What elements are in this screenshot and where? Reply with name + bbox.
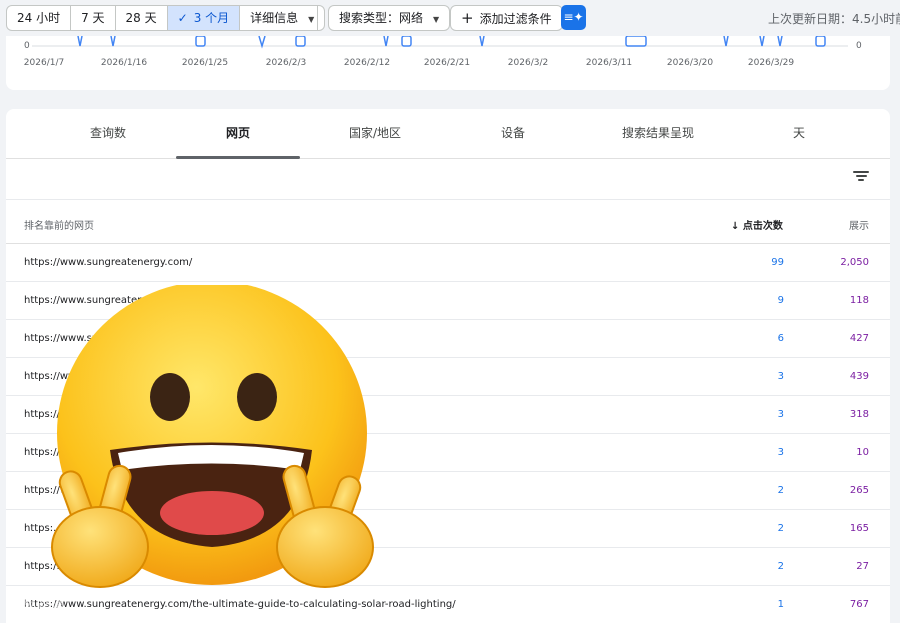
x-tick: 2026/3/11	[585, 58, 633, 68]
add-filter-label: 添加过滤条件	[479, 12, 552, 26]
col-header-page: 排名靠前的网页	[24, 221, 94, 232]
clicks-value: 3	[777, 447, 784, 458]
range-3m-label: 3 个月	[193, 11, 230, 25]
add-filter-button[interactable]: + 添加过滤条件	[450, 5, 563, 31]
x-tick: 2026/1/25	[181, 58, 229, 68]
clicks-value: 3	[777, 371, 784, 382]
col-header-clicks-label: 点击次数	[742, 221, 783, 232]
chevron-down-icon: ▼	[308, 15, 315, 24]
active-tab-indicator	[176, 156, 300, 159]
y-axis-right-zero: 0	[856, 41, 862, 51]
impressions-value: 318	[849, 409, 869, 420]
impressions-value: 118	[849, 295, 869, 306]
col-header-impressions[interactable]: 展示	[849, 217, 869, 232]
table-header: 排名靠前的网页 ↓ 点击次数 展示	[6, 199, 890, 244]
impressions-value: 165	[849, 523, 869, 534]
table-row[interactable]: https://www.sungreatenergy.com/99 2,050	[6, 244, 890, 282]
impressions-value: 265	[849, 485, 869, 496]
sparkle-filter-icon: ≡✦	[563, 10, 584, 24]
chevron-down-icon: ▼	[433, 15, 440, 24]
details-label: 详细信息	[250, 11, 299, 25]
divider	[317, 6, 318, 30]
tab-queries[interactable]: 查询数	[82, 109, 134, 159]
filter-bar: 24 小时 7 天 28 天 ✓ 3 个月 详细信息 ▼ 搜索类型：网络 ▼ + 添加过…	[0, 0, 900, 36]
range-3m[interactable]: ✓ 3 个月	[167, 6, 241, 30]
impressions-value: 27	[856, 561, 869, 572]
range-28d[interactable]: 28 天	[116, 6, 168, 30]
details-dropdown[interactable]: 详细信息 ▼	[240, 6, 324, 30]
impressions-value: 767	[849, 599, 869, 610]
range-24h[interactable]: 24 小时	[7, 6, 72, 30]
grinning-peace-emoji-icon	[51, 285, 374, 588]
clicks-value: 9	[777, 295, 784, 306]
clicks-value: 99	[771, 257, 784, 268]
impressions-value: 10	[856, 447, 869, 458]
impressions-value: 439	[849, 371, 869, 382]
last-updated-text: 上次更新日期：4.5小时前	[768, 12, 900, 26]
clicks-value: 3	[777, 409, 784, 420]
x-tick: 2026/2/3	[265, 58, 307, 68]
clicks-value: 1	[777, 599, 784, 610]
clicks-value: 2	[777, 523, 784, 534]
plus-icon: +	[461, 9, 474, 27]
tab-countries[interactable]: 国家/地区	[341, 109, 409, 159]
search-type-dropdown[interactable]: 搜索类型：网络 ▼	[328, 5, 451, 31]
impressions-value: 2,050	[840, 257, 869, 268]
x-tick: 2026/3/20	[666, 58, 714, 68]
x-tick: 2026/3/29	[747, 58, 795, 68]
col-header-clicks[interactable]: ↓ 点击次数	[731, 217, 783, 232]
tab-devices[interactable]: 设备	[493, 109, 533, 159]
clicks-value: 6	[777, 333, 784, 344]
date-range-selector: 24 小时 7 天 28 天 ✓ 3 个月 详细信息 ▼	[6, 5, 326, 31]
search-type-label: 搜索类型：网络	[339, 11, 424, 25]
y-axis-left-zero: 0	[24, 41, 30, 51]
range-7d[interactable]: 7 天	[71, 6, 116, 30]
x-tick: 2026/1/16	[100, 58, 148, 68]
watermark-text: 大数跨境	[6, 599, 66, 615]
x-tick: 2026/3/2	[507, 58, 549, 68]
clicks-value: 2	[777, 561, 784, 572]
page-url: https://www.sungreatenergy.com/	[24, 257, 193, 268]
performance-chart: 0 0 2026/1/7 2026/1/16 2026/1/25 2026/2/…	[6, 36, 890, 90]
ai-filter-button[interactable]: ≡✦	[561, 5, 586, 30]
filter-list-icon[interactable]	[852, 169, 870, 187]
x-tick: 2026/1/7	[23, 58, 65, 68]
clicks-value: 2	[777, 485, 784, 496]
dimension-tabs: 查询数 网页 国家/地区 设备 搜索结果呈现 天	[6, 109, 890, 159]
check-icon: ✓	[177, 11, 188, 25]
arrow-down-icon: ↓	[731, 221, 743, 232]
x-tick: 2026/2/21	[423, 58, 471, 68]
x-tick: 2026/2/12	[343, 58, 391, 68]
tab-pages[interactable]: 网页	[218, 109, 258, 159]
tab-dates[interactable]: 天	[785, 109, 813, 159]
impressions-value: 427	[849, 333, 869, 344]
tab-search-appearance[interactable]: 搜索结果呈现	[614, 109, 702, 159]
